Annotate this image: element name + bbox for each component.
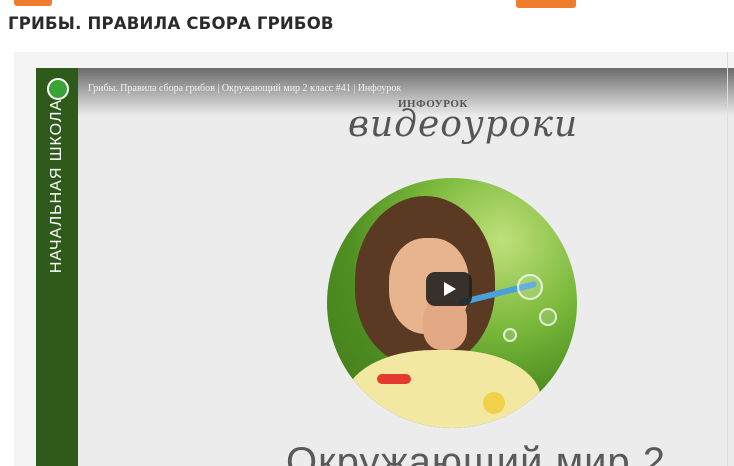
video-player[interactable]: НАЧАЛЬНАЯ ШКОЛА Грибы. Правила сбора гри… — [36, 68, 734, 466]
brand-script-title: видеоуроки — [348, 104, 579, 145]
subject-text: Окружающий мир 2 — [286, 440, 667, 466]
thumbnail-dress — [345, 350, 541, 428]
video-title[interactable]: Грибы. Правила сбора грибов | Окружающий… — [88, 83, 401, 94]
thumbnail-bubble — [503, 328, 517, 342]
channel-avatar-icon[interactable] — [47, 78, 69, 100]
side-band: НАЧАЛЬНАЯ ШКОЛА — [36, 68, 78, 466]
thumbnail-bracelet — [377, 374, 411, 384]
thumbnail-bubble — [539, 308, 557, 326]
thumbnail-bubble — [517, 274, 543, 300]
nav-tab-accent[interactable] — [516, 0, 576, 8]
play-button[interactable] — [426, 272, 472, 306]
play-icon — [444, 282, 456, 296]
side-band-label: НАЧАЛЬНАЯ ШКОЛА — [48, 98, 65, 274]
divider — [727, 52, 728, 466]
top-nav-strip — [0, 0, 734, 10]
nav-tab-accent[interactable] — [14, 0, 52, 6]
thumbnail-flower — [483, 392, 505, 414]
page-title: ГРИБЫ. ПРАВИЛА СБОРА ГРИБОВ — [8, 14, 334, 33]
